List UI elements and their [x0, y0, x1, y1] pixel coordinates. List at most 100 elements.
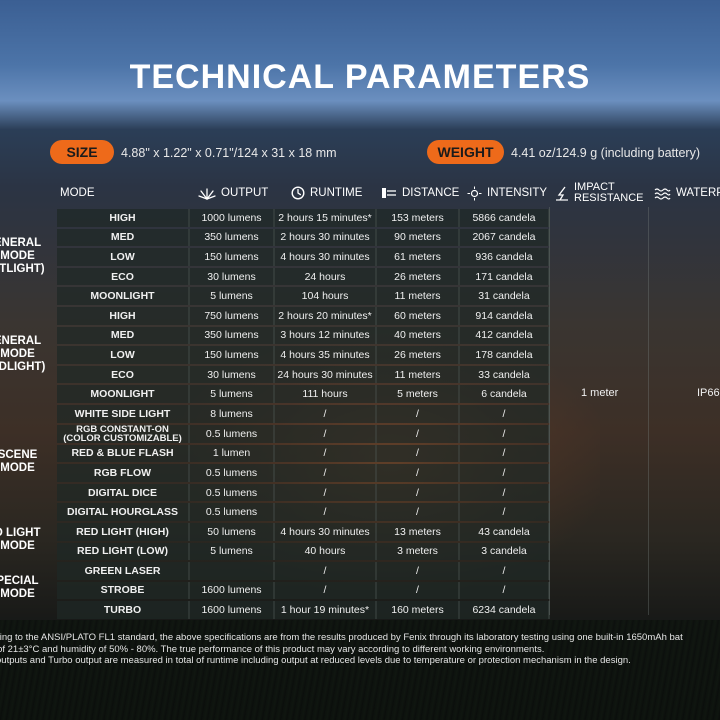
- group-label-spotlight: ENERALMODEOTLIGHT): [0, 236, 45, 275]
- runtime-cell: 104 hours: [275, 287, 377, 305]
- mode-label: RED & BLUE FLASH: [71, 447, 174, 460]
- output-cell: 8 lumens: [190, 404, 275, 423]
- mode-label: MED: [110, 231, 135, 244]
- mode-cell: MOONLIGHT: [57, 385, 190, 403]
- runtime-cell: 24 hours: [275, 267, 377, 286]
- mode-label: HIGH: [109, 309, 136, 322]
- intensity-cell: /: [460, 503, 550, 521]
- table-row: STROBE 1600 lumens / / /: [57, 581, 550, 600]
- output-cell: 0.5 lumens: [190, 503, 275, 521]
- mode-label: DIGITAL DICE: [87, 486, 158, 499]
- mode-cell: DIGITAL DICE: [57, 483, 190, 502]
- runtime-cell: /: [275, 464, 377, 482]
- intensity-cell: 171 candela: [460, 267, 550, 286]
- runtime-cell: 1 hour 19 minutes*: [275, 601, 377, 619]
- output-cell: 150 lumens: [190, 346, 275, 364]
- runtime-cell: /: [275, 444, 377, 463]
- runtime-cell: 2 hours 20 minutes*: [275, 306, 377, 325]
- mode-label: TURBO: [103, 604, 142, 617]
- table-row: WHITE SIDE LIGHT 8 lumens / / /: [57, 404, 550, 423]
- intensity-icon: [467, 186, 482, 201]
- mode-label: ECO: [111, 270, 134, 283]
- footnotes: ording to the ANSI/PLATO FL1 standard, t…: [0, 632, 720, 667]
- weight-value: 4.41 oz/124.9 g (including battery): [511, 146, 701, 160]
- table-row: HIGH 750 lumens 2 hours 20 minutes* 60 mete…: [57, 306, 550, 325]
- mode-cell: RED LIGHT (LOW): [57, 542, 190, 561]
- intensity-cell: /: [460, 404, 550, 423]
- table-row: LOW 150 lumens 4 hours 30 minutes 61 meters…: [57, 248, 550, 266]
- intensity-cell: /: [460, 562, 550, 580]
- distance-cell: 160 meters: [377, 601, 460, 619]
- group-label-red-light: D LIGHTMODE: [0, 526, 41, 552]
- intensity-cell: 936 candela: [460, 248, 550, 266]
- table-row: MED 350 lumens 2 hours 30 minutes 90 meters…: [57, 228, 550, 247]
- waterproof-value: IP66: [697, 387, 720, 399]
- distance-cell: 26 meters: [377, 267, 460, 286]
- impact-icon: [555, 186, 569, 201]
- distance-cell: 153 meters: [377, 209, 460, 227]
- table-body: HIGH 1000 lumens 2 hours 15 minutes* 153 me…: [57, 209, 550, 619]
- table-row: MED 350 lumens 3 hours 12 minutes 40 meters…: [57, 326, 550, 345]
- mode-label: LOW: [110, 250, 135, 263]
- distance-cell: 3 meters: [377, 542, 460, 561]
- output-cell: 0.5 lumens: [190, 483, 275, 502]
- distance-cell: /: [377, 444, 460, 463]
- output-cell: 350 lumens: [190, 326, 275, 345]
- runtime-cell: 4 hours 30 minutes: [275, 522, 377, 541]
- table-row: ECO 30 lumens 24 hours 26 meters 171 candela: [57, 267, 550, 286]
- footnote-3: outputs and Turbo output are measured in…: [0, 655, 631, 666]
- distance-cell: 26 meters: [377, 346, 460, 364]
- table-header: MODE OUTPUT RUNTIME DISTANCE INTENSITY I…: [0, 180, 720, 206]
- runtime-cell: 40 hours: [275, 542, 377, 561]
- output-cell: 5 lumens: [190, 287, 275, 305]
- table-row: ECO 30 lumens 24 hours 30 minutes 11 meters…: [57, 365, 550, 384]
- parameters-table: HIGH 1000 lumens 2 hours 15 minutes* 153 me…: [57, 207, 550, 621]
- mode-cell: RGB FLOW: [57, 464, 190, 482]
- intensity-cell: 31 candela: [460, 287, 550, 305]
- size-value: 4.88" x 1.22" x 0.71"/124 x 31 x 18 mm: [121, 146, 337, 160]
- column-divider-waterproof: [648, 207, 649, 615]
- output-cell: 5 lumens: [190, 385, 275, 403]
- intensity-cell: 33 candela: [460, 365, 550, 384]
- mode-label: MED: [110, 329, 135, 342]
- intensity-cell: /: [460, 581, 550, 600]
- mode-cell: GREEN LASER: [57, 562, 190, 580]
- mode-label: GREEN LASER: [84, 564, 161, 577]
- header-runtime-label: RUNTIME: [310, 187, 363, 199]
- output-cell: 1600 lumens: [190, 601, 275, 619]
- distance-cell: 40 meters: [377, 326, 460, 345]
- intensity-cell: 3 candela: [460, 542, 550, 561]
- header-distance-label: DISTANCE: [402, 187, 460, 199]
- mode-label: DIGITAL HOURGLASS: [66, 506, 179, 519]
- header-runtime: RUNTIME: [291, 180, 362, 206]
- mode-label: MOONLIGHT: [90, 290, 155, 303]
- mode-sublabel: (COLOR CUSTOMIZABLE): [63, 432, 182, 443]
- weight-badge: WEIGHT: [427, 140, 504, 164]
- runtime-cell: 24 hours 30 minutes: [275, 365, 377, 384]
- table-row: LOW 150 lumens 4 hours 35 minutes 26 meters…: [57, 346, 550, 364]
- output-cell: 750 lumens: [190, 306, 275, 325]
- output-cell: [190, 562, 275, 580]
- distance-cell: /: [377, 562, 460, 580]
- runtime-cell: 4 hours 30 minutes: [275, 248, 377, 266]
- output-cell: 0.5 lumens: [190, 424, 275, 443]
- mode-cell: HIGH: [57, 306, 190, 325]
- intensity-cell: /: [460, 424, 550, 443]
- mode-label: HIGH: [109, 211, 136, 224]
- distance-cell: 61 meters: [377, 248, 460, 266]
- impact-resistance-value: 1 meter: [581, 387, 619, 399]
- output-cell: 1 lumen: [190, 444, 275, 463]
- waterproof-icon: [654, 187, 671, 200]
- intensity-cell: /: [460, 464, 550, 482]
- group-label-special: PECIAL MODE: [0, 575, 39, 600]
- footnote-2: re of 21±3°C and humidity of 50% - 80%. …: [0, 643, 545, 655]
- output-cell: 350 lumens: [190, 228, 275, 247]
- distance-cell: 13 meters: [377, 522, 460, 541]
- intensity-cell: /: [460, 444, 550, 463]
- distance-cell: 90 meters: [377, 228, 460, 247]
- mode-cell: MED: [57, 228, 190, 247]
- header-waterproof-label: WATERP: [676, 187, 720, 199]
- distance-cell: /: [377, 464, 460, 482]
- table-row: MOONLIGHT 5 lumens 111 hours 5 meters 6 cand…: [57, 385, 550, 403]
- runtime-cell: /: [275, 581, 377, 600]
